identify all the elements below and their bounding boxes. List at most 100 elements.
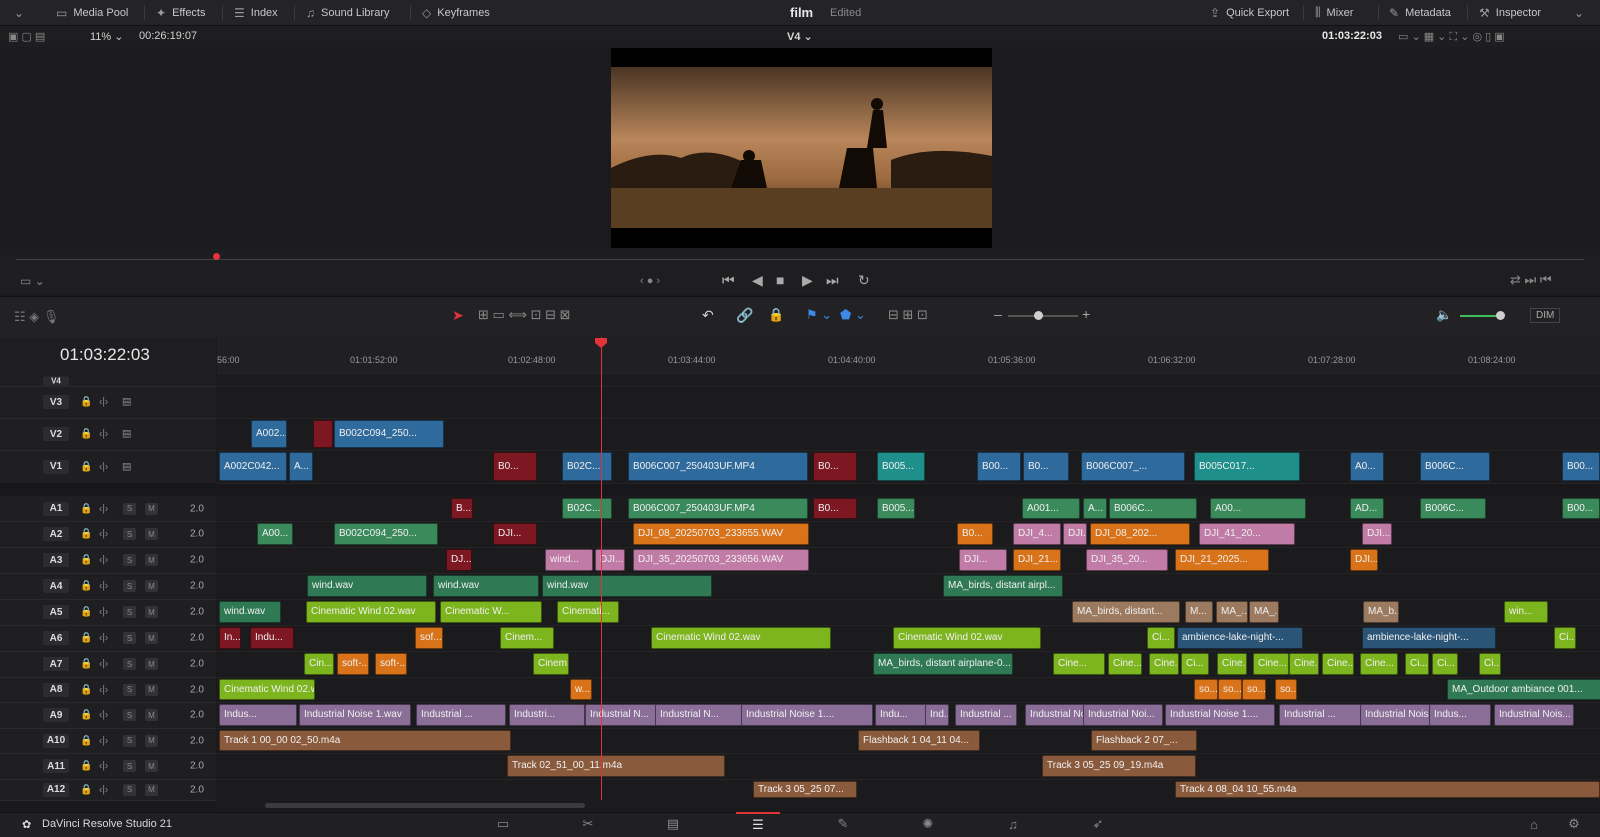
lane-a5[interactable]: wind.wav Cinematic Wind 02.wav Cinematic W…	[217, 599, 1600, 626]
auto-track-icon[interactable]: ‹|›	[99, 581, 108, 592]
inspector-button[interactable]: ⚒ Inspector	[1479, 0, 1541, 25]
layout-icon[interactable]: ▣ ▢ ▤	[8, 30, 45, 43]
clip-a4[interactable]: wind.wav	[433, 575, 539, 597]
clip-a5[interactable]: win...	[1504, 601, 1548, 623]
settings-gear-icon[interactable]: ⚙	[1552, 812, 1596, 836]
effects-button[interactable]: ✦ Effects	[156, 0, 206, 25]
lock-icon[interactable]: 🔒	[80, 761, 92, 772]
clip-a1[interactable]: B006C...	[1109, 498, 1197, 519]
track-name[interactable]: A4	[43, 579, 69, 593]
clip-a7[interactable]: Cine...	[1360, 653, 1398, 675]
clip-a6[interactable]: Indu...	[250, 627, 294, 649]
track-name[interactable]: V2	[43, 427, 69, 441]
lane-a12[interactable]: Track 3 05_25 07... Track 4 08_04 10_55.m…	[217, 779, 1600, 800]
clip-a12[interactable]: Track 3 05_25 07...	[753, 781, 857, 798]
track-name[interactable]: A6	[43, 631, 69, 645]
zoom-select[interactable]: 11% ⌄	[90, 30, 123, 43]
solo-button[interactable]: S	[123, 632, 136, 644]
track-header-a4[interactable]: A4 🔒 ‹|› S M 2.0	[0, 573, 216, 600]
track-header-v3[interactable]: V3 🔒 ‹|› ▤	[0, 386, 216, 419]
lock-icon[interactable]: 🔒	[768, 307, 784, 323]
clip-a7[interactable]: Cin...	[304, 653, 334, 675]
lock-icon[interactable]: 🔒	[80, 684, 92, 695]
clip-a2[interactable]: A00...	[257, 523, 293, 545]
video-enable-icon[interactable]: ▤	[122, 461, 131, 472]
track-name[interactable]: V3	[43, 395, 69, 409]
clip-a9[interactable]: Industri...	[509, 704, 585, 726]
clip-a9[interactable]: Industrial Noise 1....	[741, 704, 873, 726]
clip-a1[interactable]: B006C007_250403UF.MP4	[628, 498, 808, 519]
clip-a9[interactable]: Ind...	[925, 704, 949, 726]
clip-a9[interactable]: Indus...	[219, 704, 297, 726]
clip-a9[interactable]: Industrial Noise 1.wav	[299, 704, 411, 726]
lane-a6[interactable]: In... Indu... sof... Cinem... Cinematic Wind…	[217, 625, 1600, 652]
mute-button[interactable]: M	[145, 709, 158, 721]
lane-a7[interactable]: Cin...soft-...soft-...Cinem...MA_birds, …	[217, 651, 1600, 678]
solo-button[interactable]: S	[123, 683, 136, 696]
mixer-button[interactable]: ⫼ Mixer	[1315, 0, 1353, 25]
clip-a8[interactable]: so...	[1275, 679, 1297, 700]
metadata-button[interactable]: ✎ Metadata	[1389, 0, 1451, 25]
play-reverse-icon[interactable]: ◀	[752, 272, 763, 289]
clip-a6[interactable]: Cinematic Wind 02.wav	[651, 627, 831, 649]
mute-button[interactable]: M	[145, 528, 158, 540]
solo-button[interactable]: S	[123, 658, 136, 670]
clip-a7[interactable]: Cine...	[1053, 653, 1105, 675]
video-frame[interactable]	[611, 48, 992, 248]
auto-track-icon[interactable]: ‹|›	[99, 461, 108, 472]
clip-a2[interactable]: DJI_08_202...	[1090, 523, 1190, 545]
clip-a4[interactable]: wind.wav	[307, 575, 427, 597]
auto-track-icon[interactable]: ‹|›	[99, 784, 108, 795]
auto-track-icon[interactable]: ‹|›	[99, 659, 108, 670]
lane-v3[interactable]	[217, 386, 1600, 419]
clip-a2[interactable]: B0...	[957, 523, 993, 545]
clip-v1[interactable]: B02C...	[562, 452, 612, 481]
auto-track-icon[interactable]: ‹|›	[99, 761, 108, 772]
clip-a7[interactable]: Cine...	[1253, 653, 1289, 675]
track-name[interactable]: V4	[43, 376, 69, 385]
mute-button[interactable]: M	[145, 580, 158, 592]
clip-v1[interactable]: B0...	[493, 452, 537, 481]
lane-a1[interactable]: B... B02C... B006C007_250403UF.MP4 B0... B00…	[217, 496, 1600, 522]
timeline-lanes[interactable]: A002... B002C094_250... A002C042... A... B0.…	[217, 375, 1600, 800]
lock-icon[interactable]: 🔒	[80, 503, 92, 514]
clip-a9[interactable]: Industrial Nois...	[1360, 704, 1440, 726]
clip-a1[interactable]: A001...	[1022, 498, 1080, 519]
stop-icon[interactable]: ■	[776, 272, 784, 288]
track-header-a10[interactable]: A10 🔒 ‹|› S M 2.0	[0, 728, 216, 754]
track-name[interactable]: V1	[43, 459, 69, 474]
cut-page-icon[interactable]: ✂	[566, 812, 610, 836]
lock-icon[interactable]: 🔒	[80, 659, 92, 670]
mute-button[interactable]: M	[145, 632, 158, 644]
video-enable-icon[interactable]: ▤	[122, 429, 131, 440]
clip-a10[interactable]: Track 1 00_00 02_50.m4a	[219, 730, 511, 751]
mute-button[interactable]: M	[145, 606, 158, 618]
track-header-v2[interactable]: V2 🔒 ‹|› ▤	[0, 418, 216, 451]
lane-v1[interactable]: A002C042... A... B0... B02C... B006C007_2504…	[217, 450, 1600, 484]
media-pool-button[interactable]: ▭ Media Pool	[56, 0, 128, 25]
clip-v1[interactable]: A002C042...	[219, 452, 287, 481]
clip-a6[interactable]: Cinematic Wind 02.wav	[893, 627, 1041, 649]
lock-icon[interactable]: 🔒	[80, 555, 92, 566]
clip-a5[interactable]: MA_...	[1216, 601, 1248, 623]
solo-button[interactable]: S	[123, 760, 136, 772]
keyframes-button[interactable]: ◇ Keyframes	[422, 0, 490, 25]
clip-a6[interactable]: Ci...	[1554, 627, 1576, 649]
clip-a10[interactable]: Flashback 2 07_...	[1091, 730, 1197, 751]
clip-a6[interactable]: ambience-lake-night-...	[1362, 627, 1496, 649]
viewer-options-icon[interactable]: ▭ ⌄ ▦ ⌄ ⛶ ⌄ ◎ ▯ ▣	[1398, 30, 1505, 44]
video-enable-icon[interactable]: ▤	[122, 397, 131, 408]
clip-v1[interactable]: B006C007_...	[1081, 452, 1185, 481]
clip-a2[interactable]: DJI...	[1063, 523, 1087, 545]
timeline-scroll-track[interactable]	[217, 800, 1600, 812]
clip-a11[interactable]: Track 02_51_00_11.m4a	[507, 755, 725, 777]
media-page-icon[interactable]: ▭	[481, 812, 525, 836]
panel-toggle-button[interactable]: ⌄	[14, 0, 24, 25]
auto-track-icon[interactable]: ‹|›	[99, 555, 108, 566]
zoom-tools-icon[interactable]: ⊟ ⊞ ⊡	[888, 307, 928, 323]
clip-a2[interactable]: DJI_4...	[1013, 523, 1061, 545]
clip-a7[interactable]: Cine...	[1289, 653, 1319, 675]
clip-v1[interactable]: B006C007_250403UF.MP4	[628, 452, 808, 481]
color-page-icon[interactable]: ✎	[821, 812, 865, 836]
track-name[interactable]: A5	[43, 605, 69, 619]
